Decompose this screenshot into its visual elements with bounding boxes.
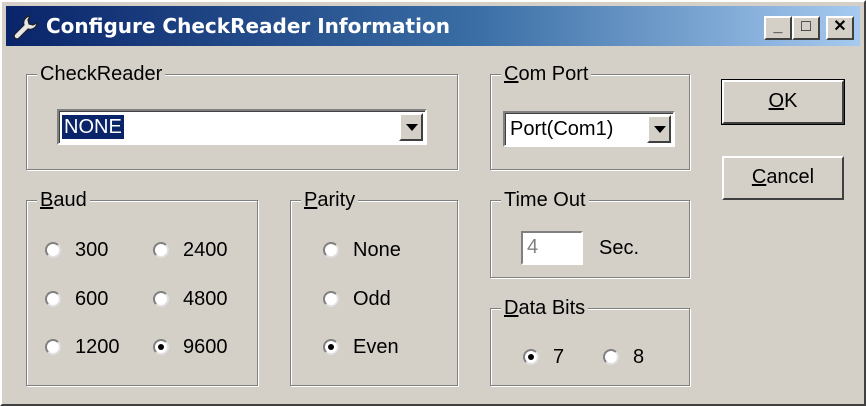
- parity-group: Parity None Odd Even: [290, 188, 458, 386]
- baud-label: Baud: [37, 188, 90, 212]
- parity-label: Parity: [301, 188, 359, 212]
- window-title: Configure CheckReader Information: [46, 14, 450, 38]
- time-out-input[interactable]: 4: [521, 231, 583, 265]
- baud-group: Baud 300 2400 600 4800 1200 9600: [26, 188, 258, 386]
- com-port-value: Port(Com1): [510, 118, 614, 140]
- close-button[interactable]: ✕: [826, 16, 854, 40]
- radio-icon: [323, 291, 339, 307]
- checkreader-value: NONE: [62, 115, 124, 139]
- maximize-button[interactable]: □: [792, 16, 820, 40]
- maximize-icon: □: [801, 18, 811, 35]
- checkreader-group: CheckReader NONE: [26, 62, 458, 170]
- data-bits-group: Data Bits 7 8: [490, 296, 690, 386]
- radio-icon: [45, 339, 61, 355]
- radio-icon: [153, 291, 169, 307]
- radio-icon: [153, 242, 169, 258]
- radio-icon: [45, 291, 61, 307]
- cancel-button[interactable]: Cancel: [722, 156, 844, 200]
- chevron-down-icon[interactable]: [647, 115, 671, 143]
- com-port-label: Com Port: [501, 62, 592, 86]
- com-port-select[interactable]: Port(Com1): [503, 111, 675, 147]
- chevron-down-icon[interactable]: [399, 113, 423, 141]
- title-bar[interactable]: Configure CheckReader Information _ □ ✕: [6, 6, 860, 46]
- checkreader-label: CheckReader: [37, 62, 166, 86]
- radio-icon: [323, 339, 339, 355]
- checkreader-select[interactable]: NONE: [57, 109, 427, 145]
- time-out-unit: Sec.: [599, 237, 640, 259]
- minimize-icon: _: [773, 18, 783, 35]
- data-bits-label: Data Bits: [501, 296, 589, 320]
- com-port-group: Com Port Port(Com1): [490, 62, 690, 170]
- wrench-icon: [13, 15, 38, 40]
- radio-icon: [323, 242, 339, 258]
- dialog-window: Configure CheckReader Information _ □ ✕ …: [0, 0, 866, 406]
- minimize-button[interactable]: _: [764, 16, 792, 40]
- radio-icon: [153, 339, 169, 355]
- close-icon: ✕: [833, 18, 847, 35]
- radio-icon: [523, 349, 539, 365]
- time-out-group: Time Out 4 Sec.: [490, 188, 690, 278]
- time-out-label: Time Out: [501, 188, 589, 212]
- radio-icon: [45, 242, 61, 258]
- radio-icon: [603, 349, 619, 365]
- ok-button[interactable]: OK: [721, 79, 845, 125]
